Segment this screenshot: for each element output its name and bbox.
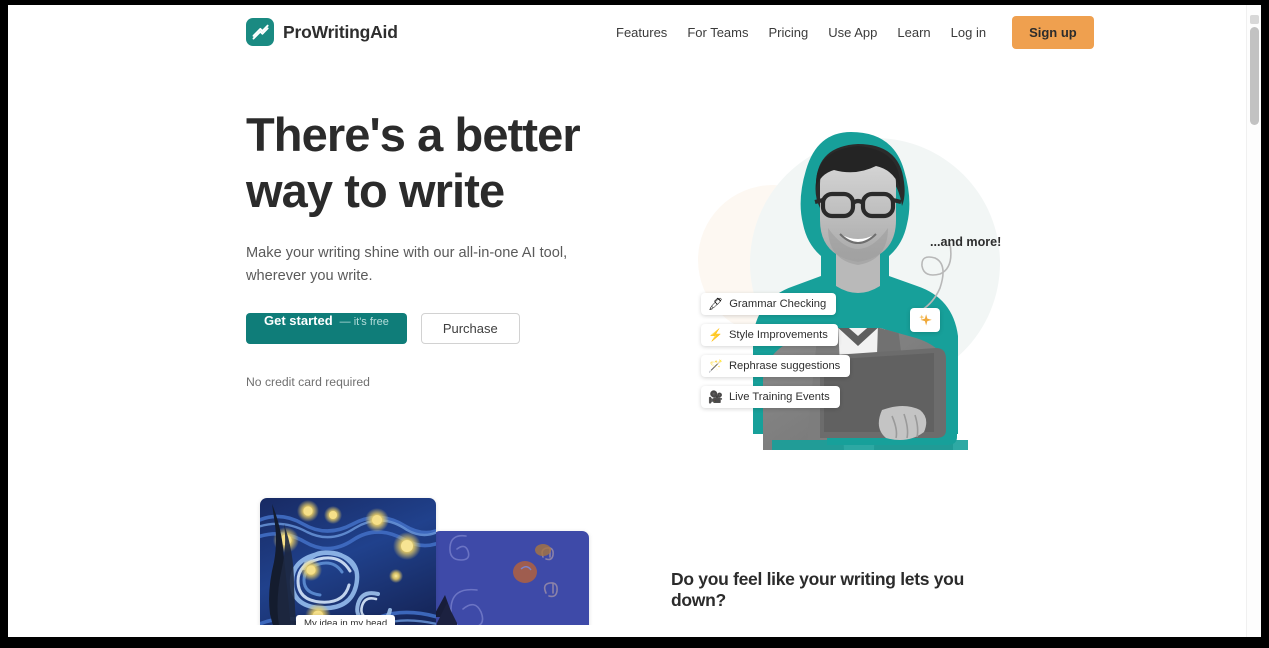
plain-blue-card bbox=[433, 531, 589, 637]
lightning-bolt-icon: ⚡ bbox=[708, 328, 723, 342]
brand-name: ProWritingAid bbox=[283, 21, 398, 42]
curly-arrow-icon bbox=[921, 243, 952, 311]
lower-section: My idea in my head Do you feel like your… bbox=[8, 485, 1246, 637]
feature-card: 🎥 Live Training Events bbox=[701, 386, 840, 408]
nav-link-use-app[interactable]: Use App bbox=[818, 19, 887, 46]
vertical-scrollbar[interactable] bbox=[1246, 5, 1261, 637]
section-heading: Do you feel like your writing lets you d… bbox=[671, 569, 964, 610]
hero-subtitle: Make your writing shine with our all-in-… bbox=[246, 245, 568, 284]
feature-card-label: Live Training Events bbox=[728, 391, 830, 403]
feature-card: ⚡ Style Improvements bbox=[701, 324, 838, 346]
hero-copy: There's a better way to write Make your … bbox=[246, 107, 616, 389]
sign-up-button[interactable]: Sign up bbox=[1012, 16, 1094, 49]
video-camera-icon: 🎥 bbox=[708, 390, 723, 404]
get-started-note: — it's free bbox=[339, 316, 389, 328]
page-content: ProWritingAid Features For Teams Pricing… bbox=[8, 5, 1246, 637]
hero-section: There's a better way to write Make your … bbox=[8, 62, 1246, 482]
site-header: ProWritingAid Features For Teams Pricing… bbox=[8, 5, 1246, 62]
page-bottom-spacer bbox=[8, 625, 1246, 637]
purchase-button[interactable]: Purchase bbox=[420, 313, 520, 344]
feature-card-label: Rephrase suggestions bbox=[728, 360, 841, 372]
page-title: There's a better way to write bbox=[246, 108, 581, 217]
quill-pen-icon: 🖋 bbox=[708, 297, 724, 311]
nav-link-learn[interactable]: Learn bbox=[887, 19, 940, 46]
nav-link-log-in[interactable]: Log in bbox=[941, 19, 996, 46]
get-started-button[interactable]: Get started — it's free bbox=[246, 313, 407, 344]
browser-viewport: ProWritingAid Features For Teams Pricing… bbox=[0, 0, 1269, 648]
get-started-label: Get started bbox=[264, 313, 333, 328]
and-more-label: ...and more! bbox=[930, 235, 1002, 249]
scrollbar-up-arrow[interactable] bbox=[1250, 15, 1259, 24]
main-navigation: Features For Teams Pricing Use App Learn… bbox=[606, 16, 1094, 49]
nav-link-features[interactable]: Features bbox=[606, 19, 677, 46]
scrollbar-thumb[interactable] bbox=[1250, 27, 1259, 125]
web-page: ProWritingAid Features For Teams Pricing… bbox=[8, 5, 1261, 637]
magic-wand-icon: 🪄 bbox=[708, 359, 723, 373]
no-credit-card-note: No credit card required bbox=[246, 375, 370, 389]
brand-logo[interactable]: ProWritingAid bbox=[246, 18, 398, 46]
nav-link-for-teams[interactable]: For Teams bbox=[677, 19, 758, 46]
feature-card: 🪄 Rephrase suggestions bbox=[701, 355, 851, 377]
artwork-comparison-group: My idea in my head bbox=[253, 498, 603, 637]
feature-card: 🖋 Grammar Checking bbox=[701, 293, 837, 315]
feature-card-label: Style Improvements bbox=[728, 329, 828, 341]
book-logo-icon bbox=[246, 18, 274, 46]
nav-link-pricing[interactable]: Pricing bbox=[758, 19, 818, 46]
hero-illustration: 🖋 Grammar Checking ⚡ Style Improvements … bbox=[668, 110, 1028, 450]
hero-actions: Get started — it's free Purchase bbox=[246, 313, 616, 344]
feature-card-label: Grammar Checking bbox=[729, 298, 827, 310]
sparkles-icon bbox=[910, 308, 940, 332]
